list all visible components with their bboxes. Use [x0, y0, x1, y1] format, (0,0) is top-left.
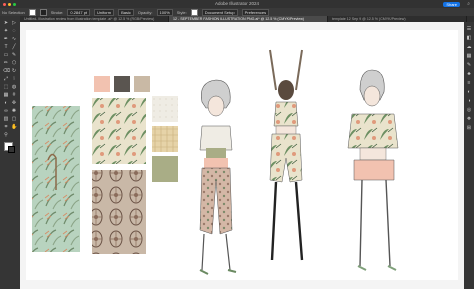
opacity-field[interactable]: 100% — [156, 8, 173, 16]
fashion-figure-3 — [347, 69, 399, 271]
paintbrush-icon[interactable]: ✎ — [11, 52, 17, 58]
lasso-icon[interactable]: ◌ — [11, 28, 17, 34]
rectangle-icon[interactable]: ▭ — [3, 52, 9, 58]
share-button[interactable]: Share — [443, 1, 460, 7]
graphic-styles-icon[interactable]: ❖ — [466, 116, 472, 122]
control-bar: No Selection Stroke: 0.2847 pt Uniform B… — [0, 8, 474, 16]
perspective-icon[interactable]: ▦ — [3, 92, 9, 98]
pencil-icon[interactable]: ✏ — [3, 60, 9, 66]
artboard-icon[interactable]: ▢ — [11, 116, 17, 122]
tools-panel: ➤ ▷ ✦ ◌ ✒ ∿ T ╱ ▭ ✎ ✏ ⬡ ⌫ ↻ ⤢ ⦚ ⬚ ◍ ▦ # ◐ ✜ ∞ ✺ ▥ ▢ ⌗ ✋ ⚲ — [0, 16, 21, 289]
app-title: Adobe Illustrator 2024 — [214, 1, 260, 6]
appearance-icon[interactable]: ◎ — [466, 107, 472, 113]
shaper-icon[interactable]: ⬡ — [11, 60, 17, 66]
selection-tool-icon[interactable]: ➤ — [3, 20, 9, 26]
artwork-illustration — [32, 49, 399, 275]
slice-icon[interactable]: ⌗ — [3, 124, 9, 130]
eraser-icon[interactable]: ⌫ — [3, 68, 10, 74]
column-graph-icon[interactable]: ▥ — [3, 116, 9, 122]
fill-swatch[interactable] — [28, 8, 36, 16]
zoom-icon[interactable]: ⚲ — [3, 132, 9, 138]
fabric-swatch-damask — [92, 170, 146, 254]
type-icon[interactable]: T — [3, 44, 9, 50]
brushes-icon[interactable]: ✎ — [466, 62, 472, 68]
curvature-icon[interactable]: ∿ — [11, 36, 17, 42]
transparency-icon[interactable]: ◑ — [466, 98, 472, 104]
artboard[interactable] — [26, 30, 458, 280]
swatches-icon[interactable]: ▦ — [466, 53, 472, 59]
align-icon[interactable]: ⊞ — [466, 125, 472, 131]
preferences-button[interactable]: Preferences — [241, 8, 270, 16]
mood-swatch-2 — [114, 76, 130, 92]
gradient-panel-icon[interactable]: ◐ — [466, 89, 472, 95]
canvas-area[interactable] — [20, 22, 464, 289]
mesh-icon[interactable]: # — [11, 92, 17, 98]
scale-icon[interactable]: ⤢ — [3, 76, 9, 82]
opacity-label: Opacity: — [137, 9, 153, 15]
right-panel-dock: ☰ ◧ ☁ ▦ ✎ ♣ ≡ ◐ ◑ ◎ ❖ ⊞ — [464, 22, 474, 289]
variable-width-dropdown[interactable]: Uniform — [94, 8, 115, 16]
stroke-icon[interactable]: ≡ — [466, 80, 472, 86]
gradient-icon[interactable]: ◐ — [3, 100, 9, 106]
stroke-label: Stroke: — [50, 9, 64, 15]
fabric-swatch-sage — [152, 156, 178, 182]
properties-icon[interactable]: ☰ — [466, 26, 472, 32]
style-label: Style: — [176, 9, 187, 15]
line-icon[interactable]: ╱ — [11, 44, 17, 50]
fashion-figure-1 — [199, 79, 237, 275]
symbols-icon[interactable]: ♣ — [466, 71, 472, 77]
stroke-swatch[interactable] — [39, 8, 47, 16]
fabric-swatch-tropical — [92, 98, 146, 164]
mood-swatch-3 — [134, 76, 150, 92]
stroke-color-icon[interactable] — [8, 146, 15, 153]
selection-status: No Selection — [2, 9, 25, 15]
fashion-figure-2 — [269, 49, 304, 261]
fill-stroke-widget[interactable] — [4, 142, 16, 154]
direct-selection-icon[interactable]: ▷ — [11, 20, 17, 26]
pen-icon[interactable]: ✒ — [3, 36, 9, 42]
libraries-icon[interactable]: ☁ — [466, 44, 472, 50]
fabric-swatch-crepe — [152, 96, 178, 122]
brush-dropdown[interactable]: Basic — [118, 8, 134, 16]
shape-builder-icon[interactable]: ◍ — [11, 84, 17, 90]
document-setup-button[interactable]: Document Setup — [201, 8, 238, 16]
width-icon[interactable]: ⦚ — [11, 76, 17, 82]
free-transform-icon[interactable]: ⬚ — [3, 84, 9, 90]
window-titlebar: Adobe Illustrator 2024 Share ⌕ — [0, 0, 474, 8]
hand-icon[interactable]: ✋ — [11, 124, 17, 130]
fabric-swatch-straw — [152, 126, 178, 152]
magic-wand-icon[interactable]: ✦ — [3, 28, 9, 34]
eyedropper-icon[interactable]: ✜ — [11, 100, 17, 106]
stroke-weight-field[interactable]: 0.2847 pt — [67, 8, 91, 16]
graphic-style-swatch[interactable] — [190, 8, 198, 16]
mood-swatch-1 — [94, 76, 110, 92]
rotate-icon[interactable]: ↻ — [11, 68, 17, 74]
blend-icon[interactable]: ∞ — [3, 108, 9, 114]
layers-icon[interactable]: ◧ — [466, 35, 472, 41]
symbol-sprayer-icon[interactable]: ✺ — [11, 108, 17, 114]
search-icon[interactable]: ⌕ — [467, 1, 470, 7]
